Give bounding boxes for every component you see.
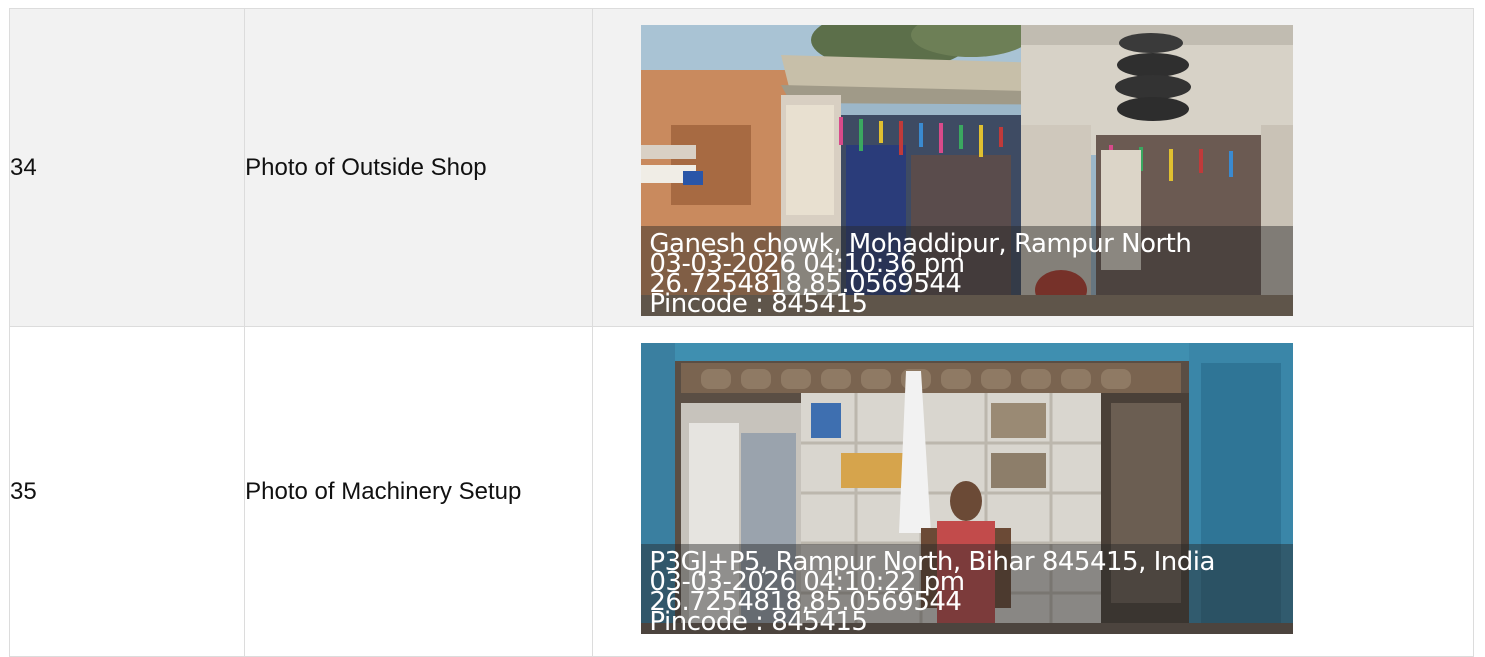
- stamp-pincode: Pincode : 845415: [649, 607, 868, 634]
- row-number: 35: [8, 326, 246, 657]
- photo-table: 34 Photo of Outside Shop Ganesh chowk, M…: [8, 8, 1474, 657]
- row-number: 34: [8, 8, 246, 327]
- photo-cell: P3GJ+P5, Rampur North, Bihar 845415, Ind…: [592, 326, 1474, 657]
- table-row: 34 Photo of Outside Shop Ganesh chowk, M…: [8, 8, 1474, 327]
- photo-geotag-stamp: Ganesh chowk, Mohaddipur, Rampur North 0…: [641, 226, 1294, 316]
- row-label: Photo of Outside Shop: [244, 8, 594, 327]
- outside-shop-photo[interactable]: Ganesh chowk, Mohaddipur, Rampur North 0…: [641, 25, 1294, 316]
- photo-geotag-stamp: P3GJ+P5, Rampur North, Bihar 845415, Ind…: [641, 544, 1294, 634]
- photo-cell: Ganesh chowk, Mohaddipur, Rampur North 0…: [592, 8, 1474, 327]
- table-row: 35 Photo of Machinery Setup P3GJ+P5, Ram…: [8, 326, 1474, 657]
- machinery-setup-photo[interactable]: P3GJ+P5, Rampur North, Bihar 845415, Ind…: [641, 343, 1294, 634]
- row-label: Photo of Machinery Setup: [244, 326, 594, 657]
- stamp-pincode: Pincode : 845415: [649, 289, 868, 316]
